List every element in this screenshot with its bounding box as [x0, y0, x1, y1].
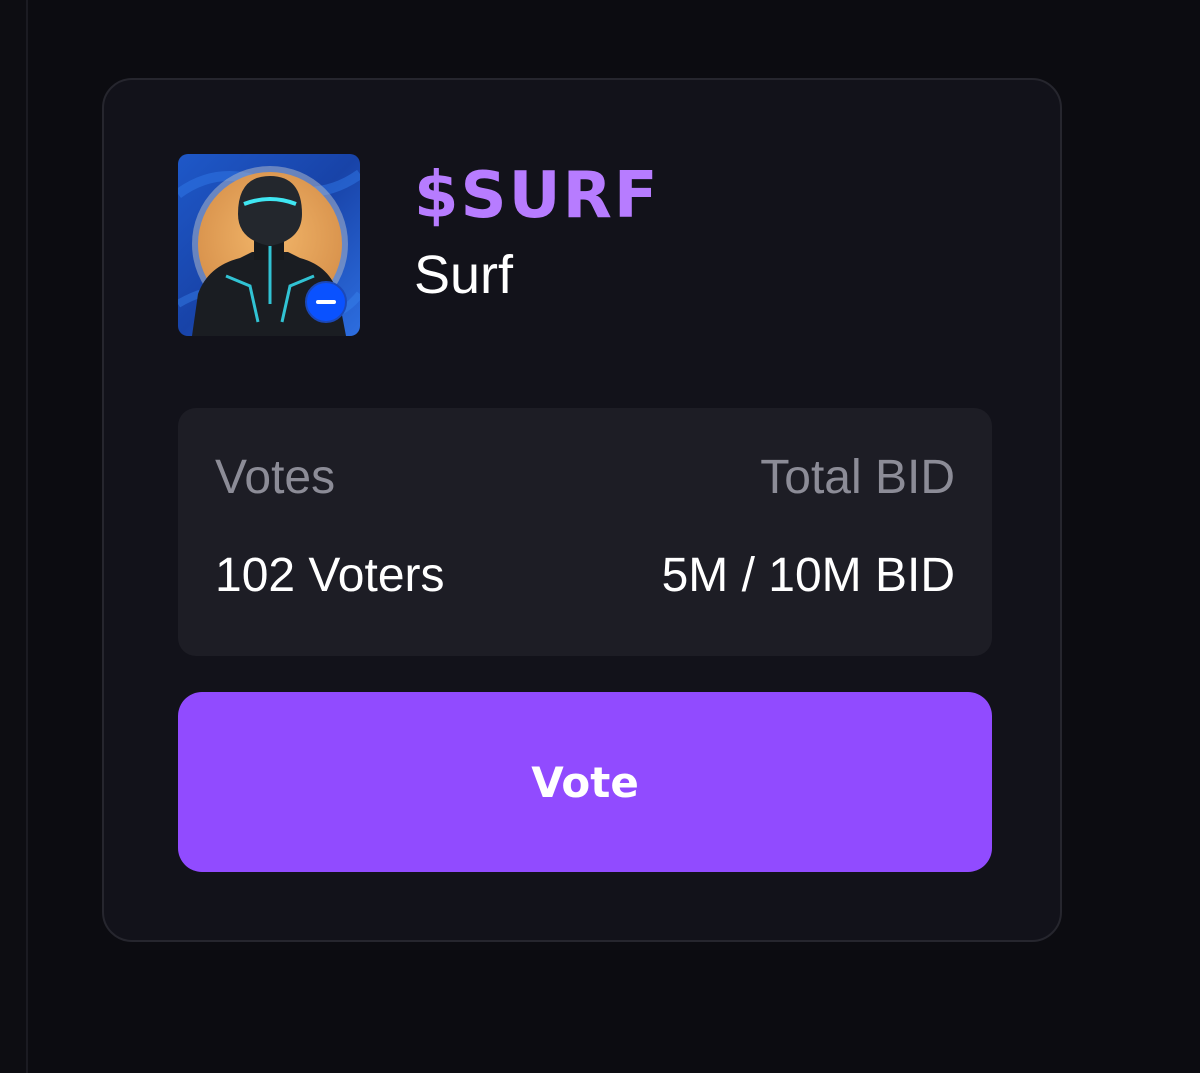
total-bid-value: 5M / 10M BID	[661, 549, 955, 602]
total-bid-label: Total BID	[760, 451, 955, 504]
token-ticker: $SURF	[414, 159, 660, 233]
votes-value: 102 Voters	[215, 549, 445, 602]
votes-label: Votes	[215, 451, 336, 504]
stats-panel: Votes Total BID 102 Voters 5M / 10M BID	[178, 408, 992, 656]
token-name: Surf	[414, 245, 514, 305]
token-avatar	[178, 154, 360, 336]
sidebar-divider	[0, 0, 28, 1073]
vote-button[interactable]: Vote	[178, 692, 992, 872]
surfer-avatar-icon	[178, 154, 360, 336]
token-vote-card: $SURF Surf Votes Total BID 102 Voters 5M…	[102, 78, 1062, 942]
